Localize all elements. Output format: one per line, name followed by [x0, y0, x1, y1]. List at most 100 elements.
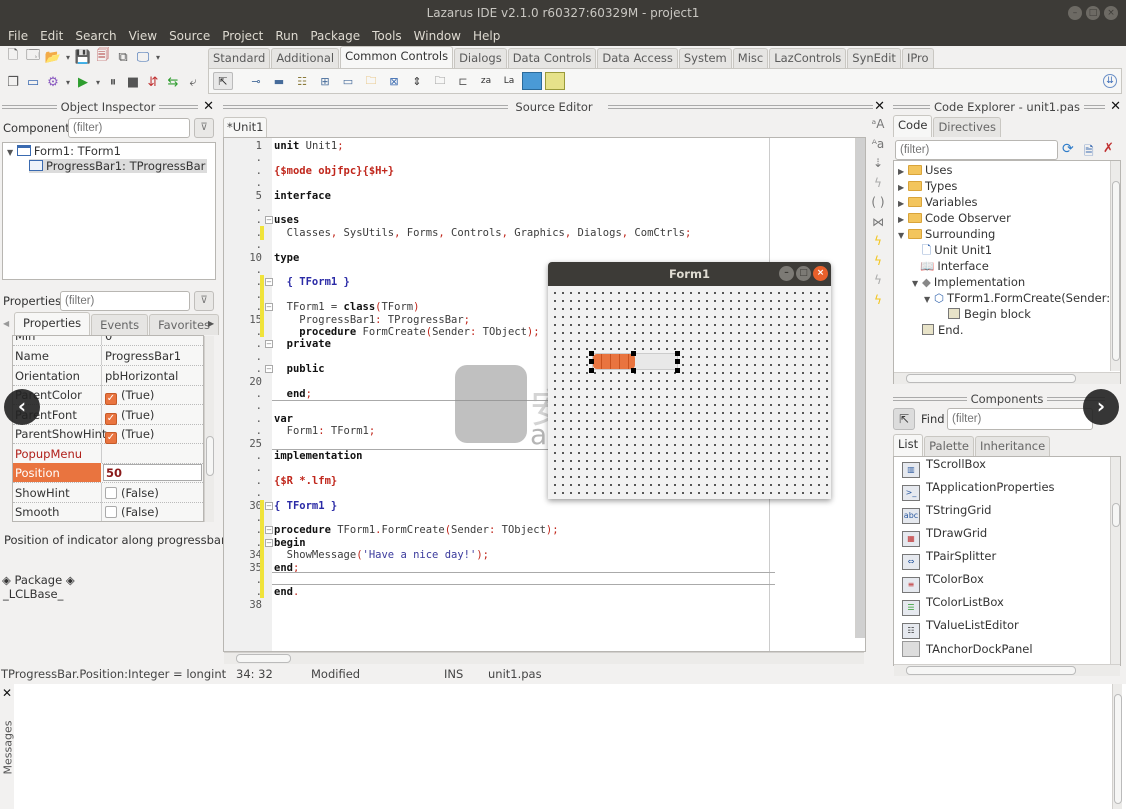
minimize-button[interactable]: – [1068, 6, 1082, 20]
toolbar-icon[interactable]: 🗀 [361, 72, 381, 90]
tree-item-end[interactable]: End. [922, 323, 964, 337]
fold-toggle-icon[interactable]: − [265, 340, 273, 349]
tree-item-surrounding[interactable]: ▼ Surrounding [898, 227, 995, 241]
lightning-icon[interactable]: ϟ [868, 293, 888, 313]
lightning-icon[interactable]: ϟ [868, 254, 888, 274]
tree-item-uses[interactable]: ▶ Uses [898, 163, 952, 177]
fold-toggle-icon[interactable]: − [265, 538, 273, 547]
position-value-input[interactable] [103, 464, 202, 481]
fold-toggle-icon[interactable]: − [265, 526, 273, 535]
save-icon[interactable]: 💾 [74, 48, 92, 66]
palette-tab-ipro[interactable]: IPro [901, 48, 934, 68]
component-list-vscrollbar[interactable] [1110, 457, 1120, 665]
code-line[interactable]: ShowMessage('Have a nice day!'); [274, 549, 489, 561]
dropdown-icon[interactable]: ▾ [64, 48, 72, 66]
code-line[interactable]: { TForm1 } [274, 500, 337, 512]
smooth-checkbox[interactable] [105, 506, 117, 518]
parentshowhint-checkbox[interactable]: ✓ [105, 432, 117, 444]
parentcolor-checkbox[interactable]: ✓ [105, 393, 117, 405]
tab-scroll-left-icon[interactable]: ◀ [3, 319, 9, 328]
resize-handle[interactable] [675, 351, 680, 356]
palette-tab-system[interactable]: System [678, 48, 732, 68]
menu-view[interactable]: View [123, 28, 163, 46]
lightning-icon[interactable]: ϟ [868, 176, 888, 196]
new-form-icon[interactable]: 🗔 [24, 48, 42, 66]
components-find-input[interactable] [947, 408, 1093, 430]
dropdown-icon[interactable]: ▾ [64, 73, 72, 91]
code-line[interactable]: end. [274, 586, 299, 598]
tree-item-implementation[interactable]: ▼ ◆ Implementation [912, 275, 1025, 289]
property-row-orientation[interactable]: Orientation pbHorizontal [13, 366, 203, 386]
messages-vscrollbar[interactable] [1112, 684, 1122, 809]
component-item-tanchordockpanel[interactable]: TAnchorDockPanel [902, 641, 1033, 657]
close-icon[interactable]: ✕ [874, 99, 885, 114]
palette-tab-dialogs[interactable]: Dialogs [454, 48, 507, 68]
code-line[interactable]: begin [274, 537, 306, 549]
tab-directives[interactable]: Directives [933, 117, 1001, 137]
palette-tab-misc[interactable]: Misc [732, 48, 769, 68]
shelllistview-icon[interactable] [545, 72, 565, 90]
dropdown-icon[interactable]: ▾ [154, 48, 162, 66]
property-row-parentfont[interactable]: ParentFont ✓ (True) [13, 405, 203, 425]
menu-tools[interactable]: Tools [366, 28, 408, 46]
previous-image-button[interactable]: ‹ [4, 389, 40, 425]
component-item-tpairsplitter[interactable]: ⇔ TPairSplitter [902, 549, 996, 570]
statusbar-icon[interactable]: ▭ [338, 72, 358, 90]
code-line[interactable]: uses [274, 214, 299, 226]
sort-icon[interactable]: ⇣ [868, 156, 888, 176]
code-line[interactable]: Form1: TForm1; [274, 425, 376, 437]
resize-handle[interactable] [589, 351, 594, 356]
code-line[interactable]: interface [274, 190, 331, 202]
code-line[interactable]: unit Unit1; [274, 140, 344, 152]
palette-tab-common-controls[interactable]: Common Controls [340, 46, 454, 68]
menu-source[interactable]: Source [163, 28, 216, 46]
tree-item-interface[interactable]: 📖 Interface [920, 259, 989, 273]
palette-tab-data-access[interactable]: Data Access [597, 48, 678, 68]
property-row-min[interactable]: Min 0 [13, 336, 203, 346]
resize-handle[interactable] [589, 368, 594, 373]
progressbar-icon[interactable]: ▬ [269, 72, 289, 90]
code-line[interactable]: Classes, SysUtils, Forms, Controls, Grap… [274, 227, 692, 239]
font-increase-icon[interactable]: ᵃA [868, 117, 888, 137]
resize-handle[interactable] [631, 368, 636, 373]
property-row-position[interactable]: ➔ Position [13, 463, 203, 483]
tree-item-variables[interactable]: ▶ Variables [898, 195, 978, 209]
code-line[interactable]: var [274, 413, 293, 425]
property-row-parentshowhint[interactable]: ParentShowHint ✓ (True) [13, 424, 203, 444]
palette-tab-data-controls[interactable]: Data Controls [507, 48, 597, 68]
code-explorer-vscrollbar[interactable] [1110, 161, 1120, 371]
close-icon[interactable]: ✕ [203, 99, 214, 114]
code-line[interactable]: { TForm1 } [274, 276, 350, 288]
tab-list[interactable]: List [893, 434, 924, 456]
clear-filter-icon[interactable]: ⊽ [194, 118, 214, 138]
resize-handle[interactable] [675, 368, 680, 373]
new-unit-icon[interactable]: 🗋 [4, 48, 22, 66]
tab-inheritance[interactable]: Inheritance [974, 436, 1051, 456]
fold-toggle-icon[interactable]: − [265, 303, 273, 312]
palette-tab-standard[interactable]: Standard [208, 48, 271, 68]
component-list-hscrollbar[interactable] [894, 664, 1120, 676]
braces-icon[interactable]: ( ) [868, 195, 888, 215]
lightning-icon[interactable]: ϟ [868, 234, 888, 254]
code-line[interactable]: end; [274, 388, 312, 400]
menu-edit[interactable]: Edit [34, 28, 69, 46]
imagelist-icon[interactable]: ⊠ [384, 72, 404, 90]
component-item-tcolorlistbox[interactable]: ☰ TColorListBox [902, 595, 1004, 616]
font-decrease-icon[interactable]: ᴬa [868, 137, 888, 157]
tab-code[interactable]: Code [893, 115, 933, 137]
code-explorer-filter-input[interactable] [895, 140, 1058, 160]
menu-run[interactable]: Run [269, 28, 304, 46]
menu-search[interactable]: Search [69, 28, 122, 46]
menu-package[interactable]: Package [304, 28, 366, 46]
shelltreeview-icon[interactable] [522, 72, 542, 90]
menu-window[interactable]: Window [408, 28, 467, 46]
editor-tab-unit1[interactable]: *Unit1 [223, 117, 268, 137]
view-units-icon[interactable]: ❐ [4, 73, 22, 91]
palette-tab-additional[interactable]: Additional [271, 48, 340, 68]
code-explorer-hscrollbar[interactable] [894, 372, 1120, 384]
menu-file[interactable]: File [2, 28, 34, 46]
code-line[interactable]: procedure TForm1.FormCreate(Sender: TObj… [274, 524, 559, 536]
maximize-button[interactable]: □ [1086, 6, 1100, 20]
dropdown-icon[interactable]: ▾ [94, 73, 102, 91]
select-pointer-icon[interactable]: ⇱ [213, 72, 233, 90]
